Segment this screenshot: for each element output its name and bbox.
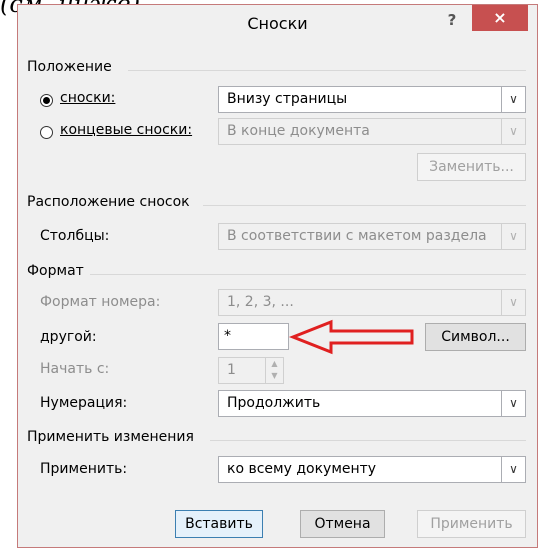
numbering-value: Продолжить (227, 395, 321, 411)
start-at-label: Начать с: (40, 361, 110, 377)
footnotes-label: сноски: (60, 90, 115, 106)
columns-value: В соответствии с макетом раздела (227, 228, 487, 244)
columns-label: Столбцы: (40, 228, 110, 244)
section-header-format: Формат (27, 263, 84, 279)
custom-mark-input[interactable]: * (218, 323, 289, 350)
numbering-select[interactable]: Продолжить ∨ (218, 390, 526, 417)
cancel-button[interactable]: Отмена (300, 510, 385, 538)
section-header-apply: Применить изменения (27, 429, 194, 445)
section-header-position: Положение (27, 59, 112, 75)
columns-select[interactable]: В соответствии с макетом раздела ∨ (218, 223, 526, 250)
section-header-layout: Расположение сносок (27, 194, 190, 210)
chevron-down-icon[interactable]: ∨ (501, 290, 525, 315)
chevron-down-icon[interactable]: ∨ (501, 391, 525, 416)
help-icon[interactable]: ? (442, 11, 462, 31)
apply-button[interactable]: Применить (417, 510, 526, 538)
apply-to-select[interactable]: ко всему документу ∨ (218, 456, 526, 483)
numbering-label: Нумерация: (40, 395, 128, 411)
replace-button[interactable]: Заменить... (417, 153, 526, 181)
symbol-button[interactable]: Символ... (425, 323, 526, 351)
number-format-label: Формат номера: (40, 294, 161, 310)
number-format-select[interactable]: 1, 2, 3, ... ∨ (218, 289, 526, 316)
chevron-down-icon[interactable]: ∨ (501, 87, 525, 112)
insert-button[interactable]: Вставить (175, 510, 263, 538)
footnotes-dialog: Сноски ? × Положение сноски: Внизу стран… (17, 4, 538, 548)
endnotes-position-select[interactable]: В конце документа ∨ (218, 118, 526, 145)
footnotes-position-select[interactable]: Внизу страницы ∨ (218, 86, 526, 113)
apply-to-value: ко всему документу (227, 461, 377, 477)
spin-arrows-icon[interactable]: ▲ ▼ (265, 358, 283, 383)
endnotes-radio[interactable] (40, 126, 53, 139)
number-format-value: 1, 2, 3, ... (227, 294, 294, 310)
apply-to-label: Применить: (40, 461, 128, 477)
section-divider (90, 274, 526, 275)
endnotes-label: концевые сноски: (60, 122, 192, 138)
start-at-value: 1 (227, 362, 236, 378)
custom-mark-label: другой: (40, 329, 97, 345)
section-divider (128, 70, 526, 71)
endnotes-position-value: В конце документа (227, 123, 370, 139)
title-bar: Сноски ? × (18, 5, 537, 43)
start-at-stepper[interactable]: 1 ▲ ▼ (218, 357, 284, 384)
endnotes-label-text: концевые сноски: (60, 122, 193, 138)
section-divider (203, 205, 526, 206)
chevron-down-icon[interactable]: ∨ (501, 457, 525, 482)
red-annotation-arrow (288, 319, 414, 355)
footnotes-position-value: Внизу страницы (227, 91, 348, 107)
close-button[interactable]: × (472, 5, 528, 31)
chevron-down-icon[interactable]: ∨ (501, 119, 525, 144)
footnotes-label-text: сноски: (60, 90, 116, 106)
red-arrow-shape (288, 319, 414, 355)
section-divider (210, 440, 526, 441)
chevron-down-icon[interactable]: ∨ (501, 224, 525, 249)
footnotes-radio[interactable] (40, 94, 53, 107)
